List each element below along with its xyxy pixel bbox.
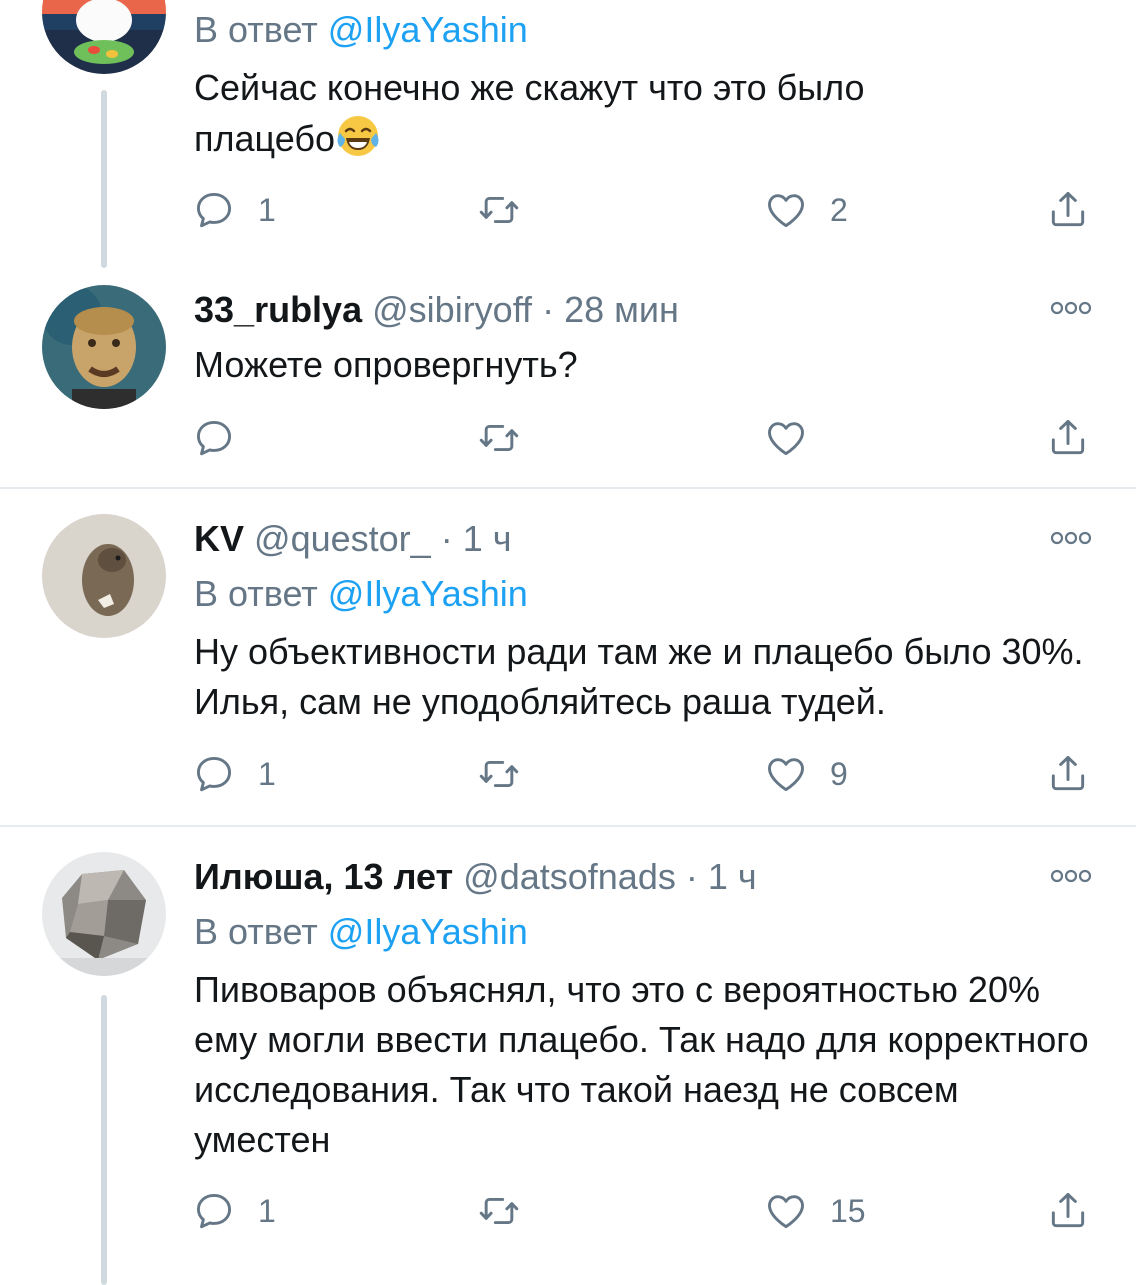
reply-count: 1 xyxy=(258,755,276,792)
reply-prefix: В ответ xyxy=(194,911,318,952)
retweet-icon xyxy=(477,1189,521,1233)
more-icon[interactable] xyxy=(1050,301,1092,315)
share-button[interactable] xyxy=(1046,1183,1090,1239)
separator-dot: · xyxy=(440,518,453,559)
tweet-text: Сейчас конечно же скажут что это было пл… xyxy=(194,67,865,159)
tweet-card[interactable]: 33_rublya @sibiryoff · 28 мин Можете опр… xyxy=(0,275,1136,487)
share-button[interactable] xyxy=(1046,746,1090,802)
reply-icon xyxy=(192,416,236,460)
like-button[interactable]: 15 xyxy=(764,1183,866,1239)
tweet-actions: 1 9 xyxy=(0,746,1136,802)
like-button[interactable]: 9 xyxy=(764,746,848,802)
reply-icon xyxy=(192,188,236,232)
share-icon xyxy=(1046,188,1090,232)
like-icon xyxy=(764,1189,808,1233)
share-icon xyxy=(1046,1189,1090,1233)
thread-line xyxy=(101,90,107,268)
reply-button[interactable] xyxy=(192,410,236,466)
reply-icon xyxy=(192,752,236,796)
reply-button[interactable]: 1 xyxy=(192,1183,276,1239)
like-button[interactable]: 2 xyxy=(764,182,848,238)
tears-of-joy-emoji-icon xyxy=(337,116,379,156)
display-name[interactable]: KV xyxy=(194,518,244,559)
thread-line xyxy=(101,995,107,1285)
timestamp[interactable]: 28 мин xyxy=(564,289,679,330)
separator-dot: · xyxy=(685,856,698,897)
mention-link[interactable]: @IlyaYashin xyxy=(328,9,528,50)
user-handle[interactable]: @datsofnads xyxy=(463,856,676,897)
separator-dot: · xyxy=(542,289,555,330)
like-icon xyxy=(764,416,808,460)
avatar[interactable] xyxy=(42,0,166,74)
retweet-icon xyxy=(477,752,521,796)
tweet-text: Можете опровергнуть? xyxy=(194,344,578,385)
timestamp[interactable]: 1 ч xyxy=(708,856,757,897)
avatar[interactable] xyxy=(42,514,166,638)
tweet-actions: 1 2 xyxy=(0,182,1136,238)
like-count: 15 xyxy=(830,1192,866,1229)
reply-button[interactable]: 1 xyxy=(192,746,276,802)
tweet-text: Ну объективности ради там же и плацебо б… xyxy=(194,631,1084,722)
mention-link[interactable]: @IlyaYashin xyxy=(328,911,528,952)
mention-link[interactable]: @IlyaYashin xyxy=(328,573,528,614)
share-icon xyxy=(1046,752,1090,796)
share-button[interactable] xyxy=(1046,182,1090,238)
reply-prefix: В ответ xyxy=(194,573,318,614)
tweet-header: KV @questor_ · 1 ч xyxy=(194,517,512,561)
display-name[interactable]: 33_rublya xyxy=(194,289,362,330)
reply-to: В ответ @IlyaYashin xyxy=(194,910,528,954)
retweet-icon xyxy=(477,188,521,232)
reply-to: В ответ @IlyaYashin xyxy=(194,8,528,52)
tweet-actions xyxy=(0,410,1136,466)
reply-button[interactable]: 1 xyxy=(192,182,276,238)
like-count: 9 xyxy=(830,755,848,792)
tweet-header: 33_rublya @sibiryoff · 28 мин xyxy=(194,288,679,332)
share-icon xyxy=(1046,416,1090,460)
retweet-icon xyxy=(477,416,521,460)
user-handle[interactable]: @questor_ xyxy=(254,518,431,559)
like-icon xyxy=(764,188,808,232)
avatar[interactable] xyxy=(42,852,166,976)
tweet-header: Илюша, 13 лет @datsofnads · 1 ч xyxy=(194,855,757,899)
user-handle[interactable]: @sibiryoff xyxy=(372,289,532,330)
tweet-text: Пивоваров объяснял, что это с вероятност… xyxy=(194,969,1089,1160)
tweet-card[interactable]: Илюша, 13 лет @datsofnads · 1 ч В ответ … xyxy=(0,827,1136,1285)
tweet-card[interactable]: В ответ @IlyaYashin Сейчас конечно же ск… xyxy=(0,0,1136,275)
reply-to: В ответ @IlyaYashin xyxy=(194,572,528,616)
tweet-text-wrapper: Сейчас конечно же скажут что это было пл… xyxy=(194,63,954,164)
retweet-button[interactable] xyxy=(477,182,521,238)
reply-icon xyxy=(192,1189,236,1233)
tweet-card[interactable]: KV @questor_ · 1 ч В ответ @IlyaYashin Н… xyxy=(0,489,1136,825)
display-name[interactable]: Илюша, 13 лет xyxy=(194,856,453,897)
retweet-button[interactable] xyxy=(477,410,521,466)
reply-count: 1 xyxy=(258,1192,276,1229)
reply-prefix: В ответ xyxy=(194,9,318,50)
retweet-button[interactable] xyxy=(477,746,521,802)
more-icon[interactable] xyxy=(1050,869,1092,883)
like-count: 2 xyxy=(830,191,848,228)
share-button[interactable] xyxy=(1046,410,1090,466)
more-icon[interactable] xyxy=(1050,531,1092,545)
tweet-actions: 1 15 xyxy=(0,1183,1136,1239)
retweet-button[interactable] xyxy=(477,1183,521,1239)
avatar[interactable] xyxy=(42,285,166,409)
like-icon xyxy=(764,752,808,796)
reply-count: 1 xyxy=(258,191,276,228)
like-button[interactable] xyxy=(764,410,808,466)
timestamp[interactable]: 1 ч xyxy=(463,518,512,559)
